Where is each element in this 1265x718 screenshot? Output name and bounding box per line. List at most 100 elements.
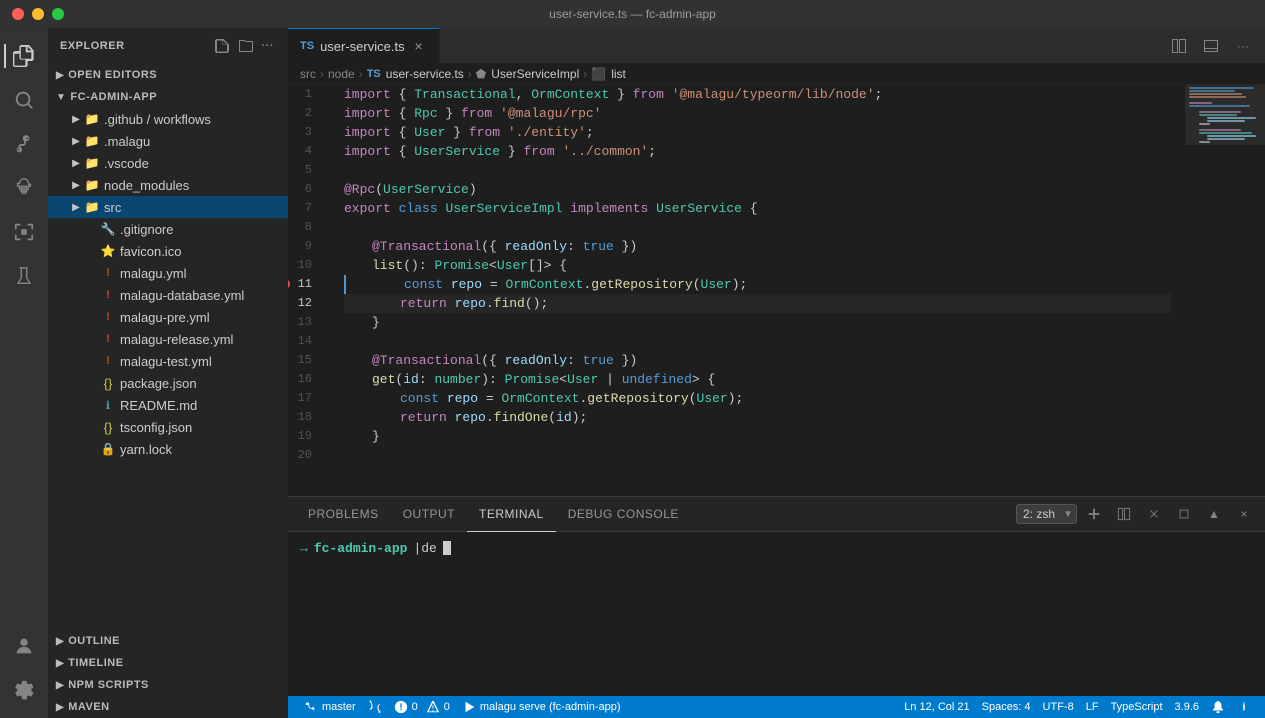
panel-tab-problems[interactable]: PROBLEMS (296, 497, 391, 532)
folder-arrow: ▶ (68, 199, 84, 215)
eol-label: LF (1086, 701, 1099, 713)
tree-item-yarn[interactable]: ▶ 🔒 yarn.lock (48, 438, 288, 460)
line-num-2: 2 (288, 104, 324, 123)
tab-user-service[interactable]: TS user-service.ts × (288, 28, 440, 63)
terminal-content[interactable]: → fc-admin-app |de (288, 532, 1265, 696)
folder-icon: 📁 (84, 199, 100, 215)
tree-item-label: package.json (120, 376, 197, 391)
editor-scrollbar[interactable] (1171, 85, 1185, 496)
close-panel-icon[interactable]: × (1231, 501, 1257, 527)
panel-tab-debug[interactable]: DEBUG CONSOLE (556, 497, 691, 532)
outline-section[interactable]: ▶ Outline (48, 630, 288, 652)
tree-item-malagu-pre[interactable]: ▶ ! malagu-pre.yml (48, 306, 288, 328)
status-run[interactable]: malagu serve (fc-admin-app) (456, 696, 627, 718)
breadcrumb-node[interactable]: node (328, 67, 355, 81)
open-editors-section[interactable]: ▶ Open Editors (48, 64, 288, 86)
tree-item-malagu-release[interactable]: ▶ ! malagu-release.yml (48, 328, 288, 350)
output-tab-label: OUTPUT (403, 507, 455, 521)
terminal-selector[interactable]: 2: zsh 1: zsh (1016, 504, 1077, 524)
activity-account-icon[interactable] (4, 626, 44, 666)
activity-extensions-icon[interactable] (4, 212, 44, 252)
editor-content[interactable]: 1 2 3 4 5 6 7 8 9 10 11 12 13 14 (288, 85, 1185, 496)
add-terminal-icon[interactable] (1081, 501, 1107, 527)
status-errors[interactable]: 0 0 (388, 696, 456, 718)
code-line-7: export class UserServiceImpl implements … (344, 199, 1171, 218)
breadcrumb-src[interactable]: src (300, 67, 316, 81)
tree-item-favicon[interactable]: ▶ ⭐ favicon.ico (48, 240, 288, 262)
more-options-icon[interactable]: ··· (260, 36, 277, 56)
minimap (1185, 85, 1265, 496)
tree-item-label: malagu-pre.yml (120, 310, 210, 325)
maven-section[interactable]: ▶ Maven (48, 696, 288, 718)
status-version[interactable]: 3.9.6 (1169, 696, 1205, 718)
tree-item-malagu[interactable]: ▶ 📁 .malagu (48, 130, 288, 152)
tree-item-malagu-test[interactable]: ▶ ! malagu-test.yml (48, 350, 288, 372)
maximize-button[interactable] (52, 8, 64, 20)
status-bell[interactable] (1205, 696, 1231, 718)
tree-item-package-json[interactable]: ▶ {} package.json (48, 372, 288, 394)
code-area[interactable]: import { Transactional, OrmContext } fro… (336, 85, 1171, 496)
folder-icon: 📁 (84, 111, 100, 127)
panel-tab-terminal[interactable]: TERMINAL (467, 497, 556, 532)
tree-item-readme[interactable]: ▶ ℹ README.md (48, 394, 288, 416)
line-num-19: 19 (288, 427, 324, 446)
tree-item-label: .vscode (104, 156, 149, 171)
activity-testing-icon[interactable] (4, 256, 44, 296)
activity-search-icon[interactable] (4, 80, 44, 120)
maximize-panel-icon[interactable] (1171, 501, 1197, 527)
tree-item-malagu-database[interactable]: ▶ ! malagu-database.yml (48, 284, 288, 306)
breadcrumb-class[interactable]: ⬟UserServiceImpl (476, 67, 579, 81)
activity-source-control-icon[interactable] (4, 124, 44, 164)
yaml-icon: ! (100, 265, 116, 281)
status-spaces[interactable]: Spaces: 4 (976, 696, 1037, 718)
tab-close-icon[interactable]: × (411, 38, 427, 54)
status-branch[interactable]: master (296, 696, 362, 718)
minimize-button[interactable] (32, 8, 44, 20)
activity-explorer-icon[interactable] (4, 36, 44, 76)
activity-settings-icon[interactable] (4, 670, 44, 710)
branch-name: master (322, 701, 356, 713)
status-notifications[interactable] (1231, 696, 1257, 718)
close-button[interactable] (12, 8, 24, 20)
scroll-up-icon[interactable]: ▲ (1201, 501, 1227, 527)
project-section[interactable]: ▼ FC-ADMIN-APP (48, 86, 288, 108)
timeline-label: Timeline (68, 657, 123, 669)
status-language[interactable]: TypeScript (1105, 696, 1169, 718)
code-line-13: } (344, 313, 1171, 332)
run-label: malagu serve (fc-admin-app) (480, 701, 621, 713)
project-arrow: ▼ (56, 92, 66, 103)
breadcrumb-file[interactable]: TS user-service.ts (367, 67, 464, 81)
panel-controls: 2: zsh 1: zsh ▼ (1016, 501, 1265, 527)
status-eol[interactable]: LF (1080, 696, 1105, 718)
tree-item-github[interactable]: ▶ 📁 .github / workflows (48, 108, 288, 130)
timeline-section[interactable]: ▶ Timeline (48, 652, 288, 674)
code-line-16: get(id: number): Promise<User | undefine… (344, 370, 1171, 389)
panel-tab-output[interactable]: OUTPUT (391, 497, 467, 532)
tree-item-tsconfig[interactable]: ▶ {} tsconfig.json (48, 416, 288, 438)
yaml-icon: ! (100, 353, 116, 369)
status-encoding[interactable]: UTF-8 (1037, 696, 1080, 718)
tree-item-node-modules[interactable]: ▶ 📁 node_modules (48, 174, 288, 196)
new-file-icon[interactable] (212, 36, 232, 56)
folder-icon: 📁 (84, 177, 100, 193)
new-folder-icon[interactable] (236, 36, 256, 56)
split-terminal-icon[interactable] (1111, 501, 1137, 527)
line-num-14: 14 (288, 332, 324, 351)
split-editor-icon[interactable] (1165, 32, 1193, 60)
breadcrumb-method[interactable]: ⬛list (591, 67, 626, 81)
status-line-col[interactable]: Ln 12, Col 21 (898, 696, 975, 718)
tree-item-vscode[interactable]: ▶ 📁 .vscode (48, 152, 288, 174)
tree-item-malagu-yml[interactable]: ▶ ! malagu.yml (48, 262, 288, 284)
more-actions-icon[interactable]: ··· (1229, 32, 1257, 60)
activity-debug-icon[interactable] (4, 168, 44, 208)
tree-item-gitignore[interactable]: ▶ 🔧 .gitignore (48, 218, 288, 240)
titlebar: user-service.ts — fc-admin-app (0, 0, 1265, 28)
breadcrumb-sep4: › (583, 67, 587, 81)
debug-tab-label: DEBUG CONSOLE (568, 507, 679, 521)
tree-item-src[interactable]: ▶ 📁 src (48, 196, 288, 218)
status-sync[interactable] (362, 696, 388, 718)
toggle-panel-icon[interactable] (1197, 32, 1225, 60)
tree-item-label: node_modules (104, 178, 189, 193)
npm-scripts-section[interactable]: ▶ NPM Scripts (48, 674, 288, 696)
kill-terminal-icon[interactable] (1141, 501, 1167, 527)
